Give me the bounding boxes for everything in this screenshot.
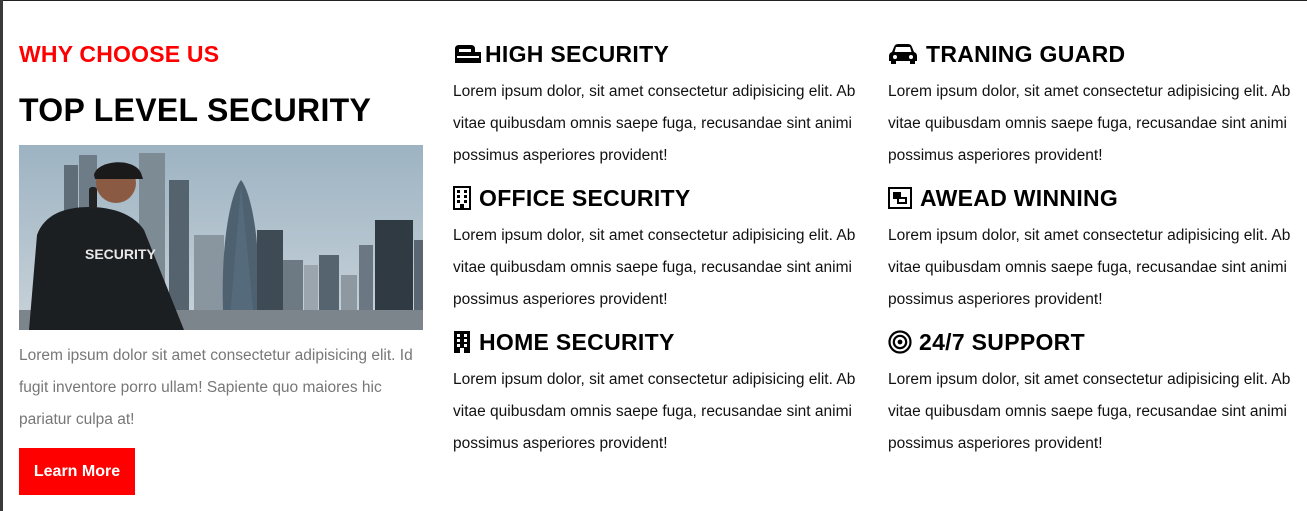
feature-traning-guard: TRANING GUARD Lorem ipsum dolor, sit ame… [888,36,1298,172]
feature-title: AWEAD WINNING [920,185,1119,211]
feature-description: Lorem ipsum dolor, sit amet consectetur … [453,227,856,308]
building-solid-icon [453,329,479,355]
car-icon [888,41,926,67]
section-eyebrow: WHY CHOOSE US [19,41,220,67]
mail-slot-icon [453,41,485,67]
guard-shirt-label: SECURITY [85,246,156,262]
feature-title: HIGH SECURITY [485,41,670,67]
feature-title: TRANING GUARD [926,41,1126,67]
feature-title: 24/7 SUPPORT [919,329,1085,355]
security-guard-image: SECURITY [19,145,423,330]
award-icon [888,185,920,211]
feature-description: Lorem ipsum dolor, sit amet consectetur … [888,83,1291,164]
feature-24-7-support: 24/7 SUPPORT Lorem ipsum dolor, sit amet… [888,324,1298,460]
bullseye-icon [888,329,919,355]
feature-description: Lorem ipsum dolor, sit amet consectetur … [453,371,856,452]
window-left-border [0,0,3,511]
feature-description: Lorem ipsum dolor, sit amet consectetur … [888,227,1291,308]
feature-office-security: OFFICE SECURITY Lorem ipsum dolor, sit a… [453,180,863,316]
feature-description: Lorem ipsum dolor, sit amet consectetur … [453,83,856,164]
feature-title: HOME SECURITY [479,329,675,355]
window-top-border [0,0,1307,1]
intro-column: WHY CHOOSE US TOP LEVEL SECURITY SECURIT… [19,36,423,495]
section-title: TOP LEVEL SECURITY [19,92,372,128]
learn-more-button[interactable]: Learn More [19,448,135,495]
feature-home-security: HOME SECURITY Lorem ipsum dolor, sit ame… [453,324,863,460]
feature-high-security: HIGH SECURITY Lorem ipsum dolor, sit ame… [453,36,863,172]
feature-title: OFFICE SECURITY [479,185,691,211]
feature-description: Lorem ipsum dolor, sit amet consectetur … [888,371,1291,452]
feature-awead-winning: AWEAD WINNING Lorem ipsum dolor, sit ame… [888,180,1298,316]
intro-paragraph: Lorem ipsum dolor sit amet consectetur a… [19,347,413,428]
building-icon [453,185,479,211]
city-skyline-illustration: SECURITY [19,145,423,330]
